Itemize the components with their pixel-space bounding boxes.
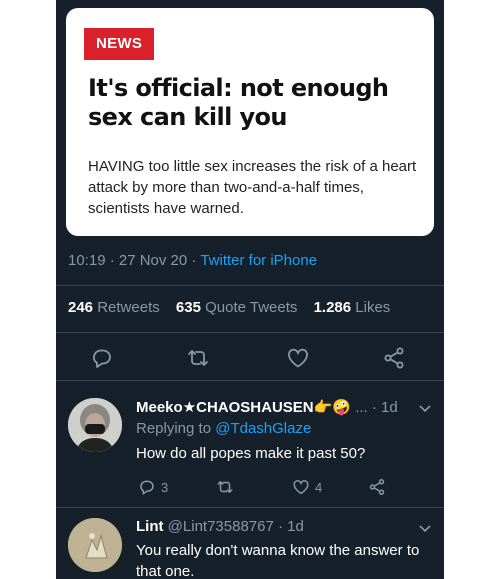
divider	[56, 380, 444, 381]
likes-count: 1.286	[313, 299, 352, 316]
divider	[56, 285, 444, 286]
reply-icon	[140, 480, 154, 495]
reply-text: How do all popes make it past 50?	[136, 445, 366, 462]
like-icon[interactable]	[286, 346, 310, 370]
reply-author[interactable]: Meeko★CHAOSHAUSEN👉🤪 ... · 1d	[136, 398, 398, 416]
reply-meta: ... · 1d	[355, 399, 398, 416]
article-headline: It's official: not enough sex can kill y…	[88, 74, 389, 131]
tweet-source-link[interactable]: Twitter for iPhone	[200, 252, 317, 269]
tweet-detail-screen: NEWS It's official: not enough sex can k…	[56, 0, 444, 579]
quote-tweets-count: 635	[175, 299, 201, 316]
divider	[56, 332, 444, 333]
quote-tweets-stat[interactable]: 635 Quote Tweets	[176, 299, 297, 316]
replying-to: Replying to @TdashGlaze	[136, 420, 311, 437]
chevron-down-icon[interactable]	[418, 521, 432, 535]
divider	[56, 507, 444, 508]
retweet-icon[interactable]	[186, 346, 210, 370]
retweets-label: Retweets	[97, 299, 160, 316]
reply-author[interactable]: Lint @Lint73588767 · 1d	[136, 518, 304, 535]
article-lede: HAVING too little sex increases the risk…	[88, 158, 417, 217]
reply-text: You really don't wanna know the answer t…	[136, 542, 420, 579]
tweet-time: 10:19 · 27 Nov 20 ·	[68, 252, 201, 269]
like-icon	[293, 480, 309, 495]
reply-handle: @Lint73588767 · 1d	[167, 518, 304, 535]
news-badge: NEWS	[84, 28, 155, 60]
reply-share-button[interactable]	[368, 478, 386, 496]
avatar[interactable]	[68, 398, 122, 452]
likes-stat[interactable]: 1.286 Likes	[314, 299, 391, 316]
reply-author-name: Meeko★CHAOSHAUSEN	[136, 399, 314, 416]
reply-author-name: Lint	[136, 518, 164, 535]
likes-label: Likes	[355, 299, 391, 316]
reply-author-emoji: 👉🤪	[313, 399, 352, 416]
news-article-card[interactable]: NEWS It's official: not enough sex can k…	[66, 8, 434, 236]
replying-to-handle[interactable]: @TdashGlaze	[215, 420, 311, 437]
like-count: 4	[315, 479, 323, 495]
tweet-timestamp: 10:19 · 27 Nov 20 · Twitter for iPhone	[68, 252, 317, 269]
chevron-down-icon[interactable]	[418, 401, 432, 415]
tweet-stats: 246 Retweets 635 Quote Tweets 1.286 Like…	[68, 299, 390, 316]
avatar[interactable]	[68, 518, 122, 572]
share-icon[interactable]	[382, 346, 406, 370]
replying-to-prefix: Replying to	[136, 420, 216, 437]
reply-count: 3	[161, 479, 169, 495]
retweets-stat[interactable]: 246 Retweets	[68, 299, 160, 316]
share-icon	[369, 479, 385, 495]
tweet-action-bar	[56, 340, 444, 376]
reply-reply-button[interactable]: 3	[138, 478, 168, 496]
retweet-icon	[217, 481, 233, 493]
reply-icon[interactable]	[90, 346, 114, 370]
reply-retweet-button[interactable]	[216, 478, 234, 496]
quote-tweets-label: Quote Tweets	[205, 299, 298, 316]
retweets-count: 246	[68, 299, 94, 316]
reply-like-button[interactable]: 4	[292, 478, 322, 496]
